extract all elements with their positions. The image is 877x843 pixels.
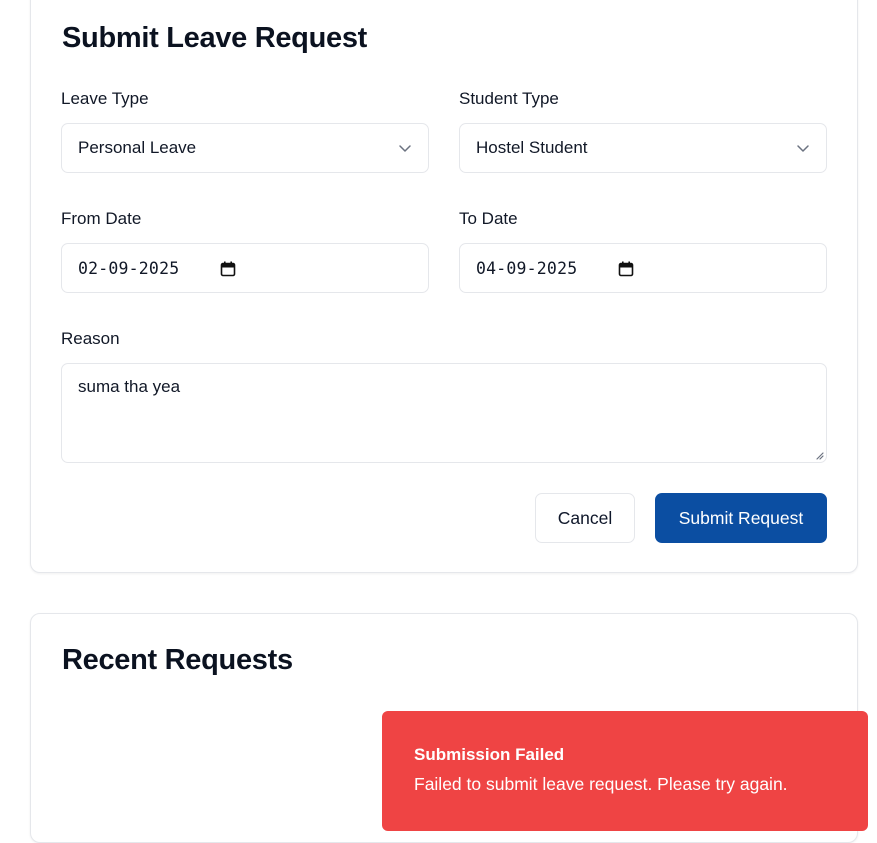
reason-label: Reason	[61, 329, 120, 348]
chevron-down-icon	[399, 145, 411, 152]
to-date-input[interactable]: 04-09-2025	[459, 243, 827, 293]
from-date-value: 02-09-2025	[78, 258, 180, 278]
student-type-label: Student Type	[459, 89, 559, 108]
form-title: Submit Leave Request	[62, 22, 368, 54]
leave-request-form-card: Submit Leave Request Leave Type Personal…	[30, 0, 858, 573]
from-date-input[interactable]: 02-09-2025	[61, 243, 429, 293]
to-date-value: 04-09-2025	[476, 258, 578, 278]
leave-type-value: Personal Leave	[78, 138, 197, 157]
recent-requests-title: Recent Requests	[62, 644, 293, 676]
cancel-button[interactable]: Cancel	[535, 493, 635, 543]
submit-request-button[interactable]: Submit Request	[655, 493, 827, 543]
error-toast[interactable]: Submission Failed Failed to submit leave…	[382, 711, 868, 831]
student-type-select[interactable]: Hostel Student	[459, 123, 827, 173]
chevron-down-icon	[797, 145, 809, 152]
resize-handle-icon[interactable]	[814, 450, 824, 460]
calendar-icon[interactable]	[220, 261, 236, 277]
reason-textarea[interactable]: suma tha yea	[61, 363, 827, 463]
student-type-value: Hostel Student	[476, 138, 588, 157]
reason-value: suma tha yea	[78, 377, 181, 396]
leave-type-select[interactable]: Personal Leave	[61, 123, 429, 173]
leave-type-label: Leave Type	[61, 89, 149, 108]
from-date-label: From Date	[61, 209, 142, 228]
toast-message: Failed to submit leave request. Please t…	[414, 774, 788, 794]
to-date-label: To Date	[459, 209, 518, 228]
toast-title: Submission Failed	[414, 745, 565, 764]
calendar-icon[interactable]	[618, 261, 634, 277]
